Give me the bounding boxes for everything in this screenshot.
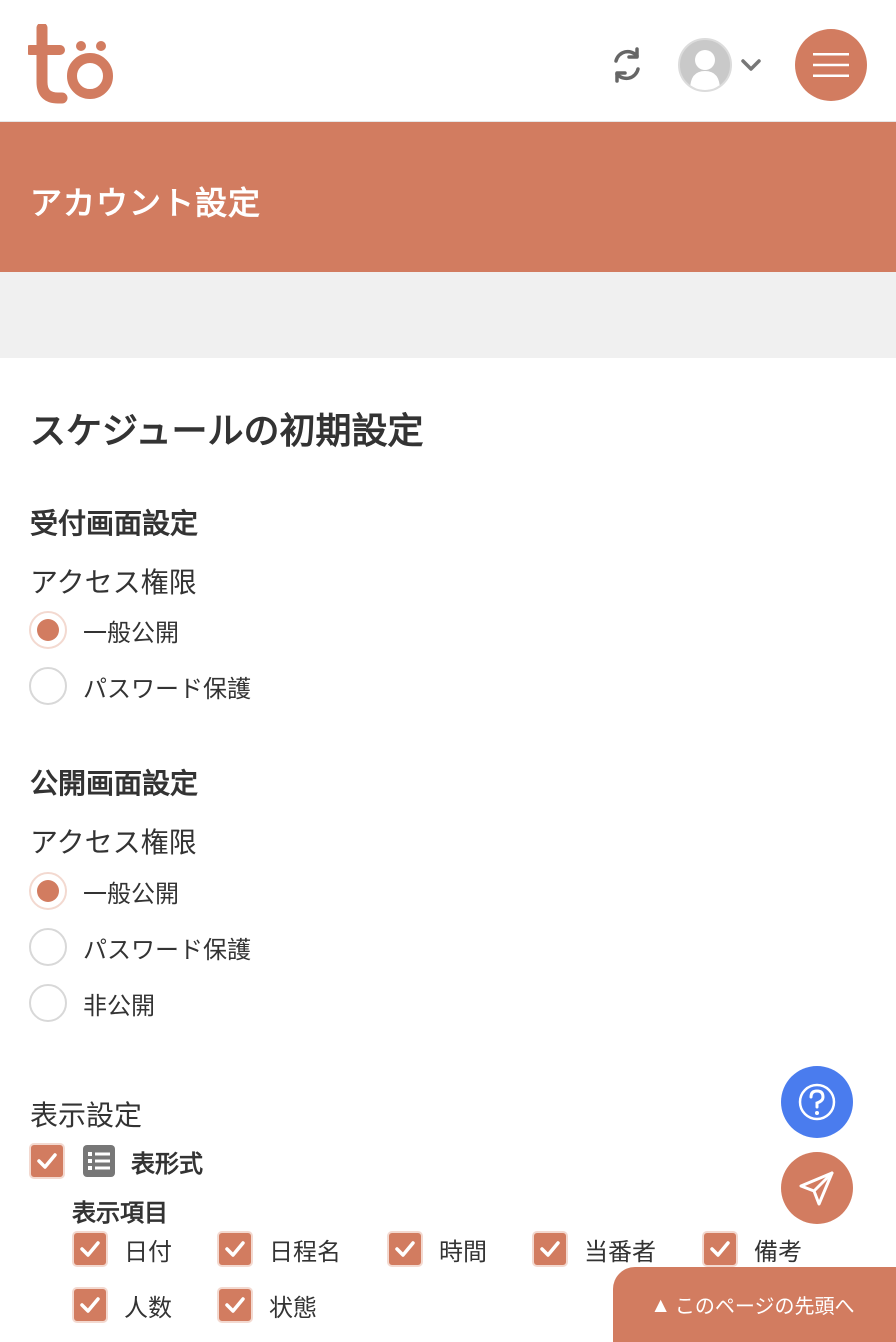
check-icon [540, 1241, 560, 1257]
checkbox-checked[interactable] [29, 1143, 65, 1179]
public-radio-public[interactable]: 一般公開 [29, 872, 179, 910]
radio-button-selected[interactable] [29, 611, 67, 649]
help-button[interactable] [781, 1066, 853, 1138]
page-title-band: アカウント設定 [0, 122, 896, 272]
user-avatar-icon [678, 38, 732, 92]
radio-label: 一般公開 [83, 618, 179, 647]
checkbox-checked[interactable] [217, 1287, 253, 1323]
radio-button-selected[interactable] [29, 872, 67, 910]
checkbox-label: 当番者 [584, 1237, 656, 1266]
checkbox-checked[interactable] [72, 1231, 108, 1267]
checkbox-checked[interactable] [387, 1231, 423, 1267]
spacer-band [0, 272, 896, 358]
public-access-label: アクセス権限 [30, 826, 197, 859]
send-button[interactable] [781, 1152, 853, 1224]
radio-button[interactable] [29, 667, 67, 705]
display-items-label: 表示項目 [72, 1199, 168, 1227]
radio-label: パスワード保護 [83, 935, 251, 964]
check-icon [710, 1241, 730, 1257]
reception-settings-heading: 受付画面設定 [30, 507, 199, 540]
sync-icon [614, 47, 640, 83]
item-checkbox-headcount[interactable]: 人数 [72, 1287, 172, 1323]
checkbox-checked[interactable] [702, 1231, 738, 1267]
hamburger-menu-button[interactable] [795, 29, 867, 101]
public-settings-heading: 公開画面設定 [30, 767, 199, 800]
public-radio-private[interactable]: 非公開 [29, 984, 155, 1022]
help-question-icon [798, 1083, 836, 1121]
check-icon [80, 1297, 100, 1313]
top-header [0, 0, 896, 122]
item-checkbox-time[interactable]: 時間 [387, 1231, 487, 1267]
reception-access-label: アクセス権限 [30, 566, 197, 599]
check-icon [37, 1153, 57, 1169]
check-icon [395, 1241, 415, 1257]
item-checkbox-duty-person[interactable]: 当番者 [532, 1231, 656, 1267]
hamburger-menu-icon [813, 53, 849, 77]
checkbox-label: 人数 [124, 1293, 172, 1322]
brand-logo[interactable] [25, 22, 118, 104]
account-menu[interactable] [678, 37, 770, 93]
radio-button[interactable] [29, 928, 67, 966]
send-paper-plane-icon [799, 1171, 834, 1206]
list-icon [83, 1145, 115, 1177]
checkbox-label: 備考 [754, 1237, 802, 1266]
table-format-checkbox-row[interactable]: 表形式 [29, 1143, 203, 1179]
checkbox-checked[interactable] [532, 1231, 568, 1267]
radio-label: パスワード保護 [83, 674, 251, 703]
radio-button[interactable] [29, 984, 67, 1022]
checkbox-label: 時間 [439, 1237, 487, 1266]
chevron-down-icon [741, 59, 761, 71]
section-title: スケジュールの初期設定 [30, 411, 424, 452]
item-checkbox-notes[interactable]: 備考 [702, 1231, 802, 1267]
sync-button[interactable] [604, 40, 650, 90]
checkbox-checked[interactable] [72, 1287, 108, 1323]
item-checkbox-status[interactable]: 状態 [217, 1287, 317, 1323]
reception-radio-public[interactable]: 一般公開 [29, 611, 179, 649]
radio-label: 非公開 [83, 991, 155, 1020]
check-icon [225, 1297, 245, 1313]
check-icon [80, 1241, 100, 1257]
back-to-top-button[interactable]: ▲ このページの先頭へ [613, 1267, 896, 1342]
reception-radio-password[interactable]: パスワード保護 [29, 667, 251, 705]
checkbox-checked[interactable] [217, 1231, 253, 1267]
public-radio-password[interactable]: パスワード保護 [29, 928, 251, 966]
display-settings-heading: 表示設定 [30, 1099, 143, 1132]
back-to-top-label: このページの先頭へ [674, 1294, 855, 1318]
table-format-label: 表形式 [131, 1149, 203, 1178]
up-arrow-icon: ▲ [654, 1295, 667, 1314]
page-title: アカウント設定 [30, 184, 262, 222]
item-checkbox-date[interactable]: 日付 [72, 1231, 172, 1267]
checkbox-label: 日程名 [269, 1237, 341, 1266]
item-checkbox-schedule-name[interactable]: 日程名 [217, 1231, 341, 1267]
radio-label: 一般公開 [83, 879, 179, 908]
check-icon [225, 1241, 245, 1257]
checkbox-label: 日付 [124, 1237, 172, 1266]
checkbox-label: 状態 [269, 1293, 317, 1322]
